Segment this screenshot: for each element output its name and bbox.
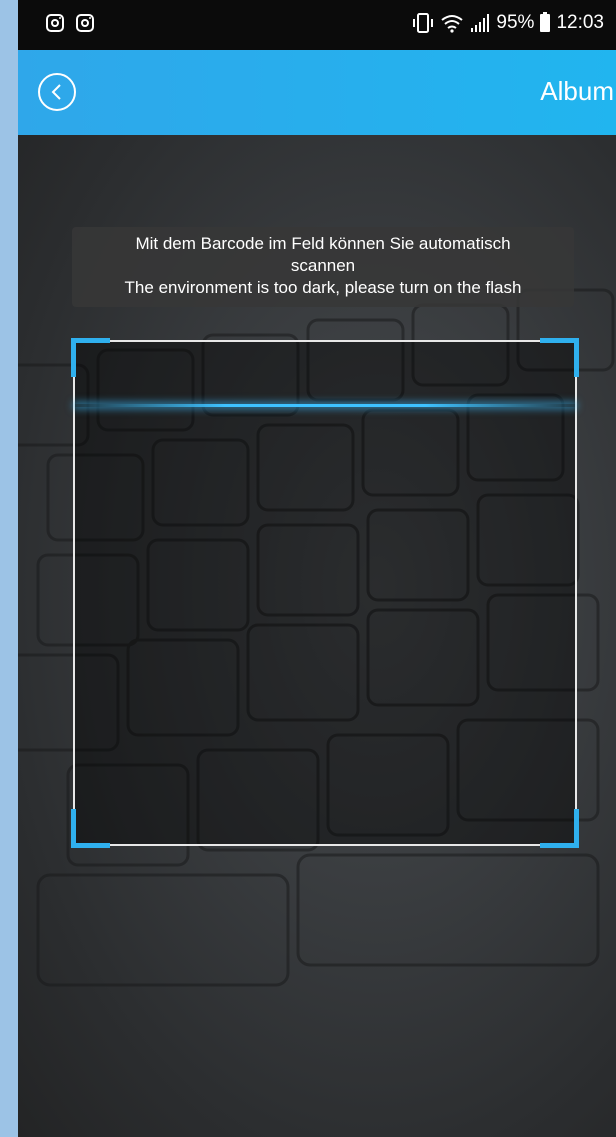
hint-line-3: The environment is too dark, please turn…	[124, 278, 522, 297]
album-button[interactable]: Album	[540, 76, 614, 107]
scan-hint: Mit dem Barcode im Feld können Sie autom…	[72, 227, 574, 307]
vibrate-icon	[413, 13, 434, 33]
scan-frame	[71, 338, 579, 848]
instagram-icon	[76, 14, 94, 32]
camera-preview: Mit dem Barcode im Feld können Sie autom…	[18, 135, 616, 1137]
battery-icon	[540, 12, 551, 32]
battery-percent: 95%	[496, 12, 535, 33]
scan-corner-bottom-right	[540, 809, 579, 848]
chevron-left-icon	[51, 84, 61, 100]
scan-corner-top-left	[71, 338, 110, 377]
scan-corner-bottom-left	[71, 809, 110, 848]
app-bar: Album	[18, 50, 616, 135]
status-bar: 95% 12:03	[18, 0, 616, 50]
scan-line	[75, 404, 575, 407]
hint-line-2: scannen	[290, 256, 356, 275]
scan-corner-top-right	[540, 338, 579, 377]
instagram-icon	[46, 14, 64, 32]
clock: 12:03	[556, 12, 604, 33]
back-button[interactable]	[38, 73, 76, 111]
wifi-icon	[441, 15, 464, 33]
status-right-icons: 95% 12:03	[412, 12, 604, 34]
hint-line-1: Mit dem Barcode im Feld können Sie autom…	[135, 234, 511, 253]
status-left-icons	[46, 14, 94, 32]
signal-icon	[471, 14, 490, 32]
phone-screen: 95% 12:03 Album Mit dem Barcode im Feld …	[18, 0, 616, 1137]
